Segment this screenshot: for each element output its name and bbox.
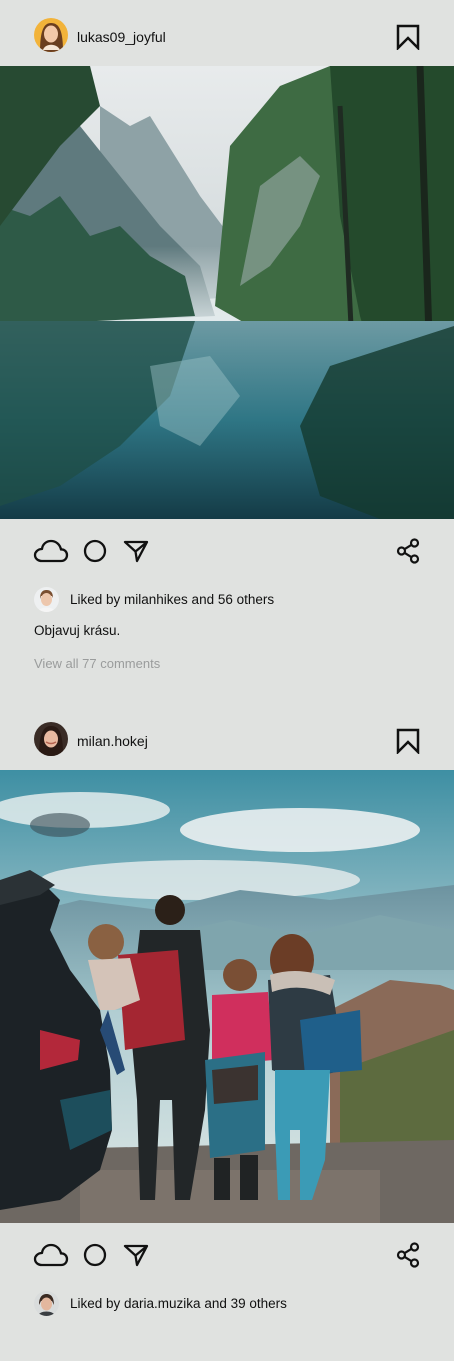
post-photo[interactable] — [0, 770, 454, 1223]
likes-text[interactable]: Liked by daria.muzika and 39 others — [70, 1296, 287, 1311]
bookmark-icon[interactable] — [396, 728, 420, 756]
avatar[interactable] — [34, 18, 68, 52]
send-icon[interactable] — [123, 539, 149, 563]
post-photo[interactable] — [0, 66, 454, 519]
feed: lukas09_joyful Liked by milanhikes and 5… — [0, 0, 454, 1361]
avatar[interactable] — [34, 722, 68, 756]
share-icon[interactable] — [396, 538, 420, 564]
avatar[interactable] — [34, 587, 59, 612]
post-header: lukas09_joyful — [0, 0, 454, 66]
comment-circle-icon[interactable] — [83, 1243, 107, 1267]
likes-text[interactable]: Liked by milanhikes and 56 others — [70, 592, 274, 607]
post: milan.hokej Liked by daria.muzika and 39… — [0, 704, 454, 1361]
avatar[interactable] — [34, 1291, 59, 1316]
post-actions — [0, 1236, 454, 1276]
post: lukas09_joyful Liked by milanhikes and 5… — [0, 0, 454, 704]
cloud-icon[interactable] — [33, 538, 69, 564]
post-header: milan.hokej — [0, 704, 454, 770]
send-icon[interactable] — [123, 1243, 149, 1267]
caption: Objavuj krásu. — [34, 623, 121, 638]
username[interactable]: milan.hokej — [77, 733, 148, 749]
comment-circle-icon[interactable] — [83, 539, 107, 563]
bookmark-icon[interactable] — [396, 24, 420, 52]
cloud-icon[interactable] — [33, 1242, 69, 1268]
username[interactable]: lukas09_joyful — [77, 29, 166, 45]
share-icon[interactable] — [396, 1242, 420, 1268]
view-comments-link[interactable]: View all 77 comments — [34, 656, 160, 671]
post-actions — [0, 532, 454, 572]
